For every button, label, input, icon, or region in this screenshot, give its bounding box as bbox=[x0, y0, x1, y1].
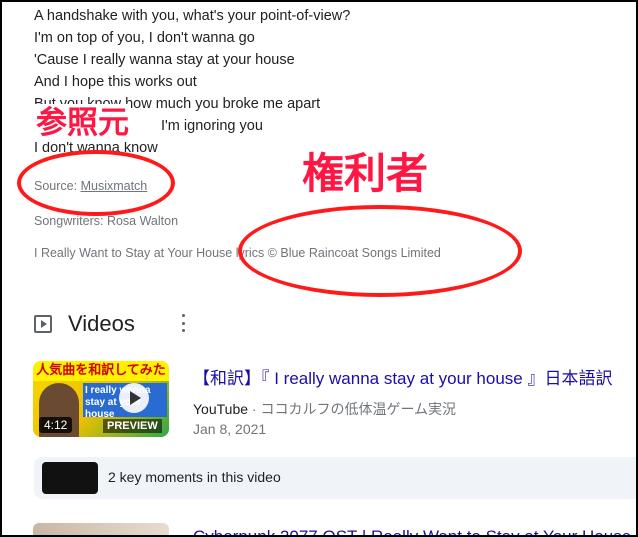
annotation-label-rights-holder: 権利者 bbox=[302, 149, 429, 198]
video-thumbnail[interactable]: 人気曲を和訳してみた I really wanna stay at your h… bbox=[33, 361, 169, 437]
video-source: YouTube · ココカルフの低体温ゲーム実況 bbox=[193, 399, 456, 419]
lyric-line: I'm on top of you, I don't wanna go bbox=[34, 30, 255, 46]
video-platform: YouTube bbox=[193, 401, 249, 417]
annotation-circle-source bbox=[17, 150, 175, 216]
preview-badge: PREVIEW bbox=[103, 419, 162, 433]
video-separator: · bbox=[251, 401, 257, 417]
lyric-line: 'Cause I really wanna stay at your house bbox=[34, 52, 295, 68]
videos-title: Videos bbox=[68, 311, 135, 336]
annotation-label-source: 参照元 bbox=[34, 104, 131, 142]
video-title-link[interactable]: 【和訳】『 I really wanna stay at your house … bbox=[193, 364, 612, 389]
lyric-line: I'm ignoring you bbox=[161, 118, 263, 134]
key-moments-bar[interactable]: 2 key moments in this video bbox=[34, 457, 638, 499]
lyric-line: A handshake with you, what's your point-… bbox=[34, 8, 351, 24]
key-moments-label: 2 key moments in this video bbox=[108, 469, 281, 485]
next-video-thumbnail[interactable] bbox=[33, 523, 169, 537]
thumbnail-caption: 人気曲を和訳してみた bbox=[33, 361, 169, 381]
more-vert-icon[interactable] bbox=[179, 314, 187, 332]
lyric-line: And I hope this works out bbox=[34, 74, 197, 90]
next-video-title-link[interactable]: Cyberpunk 2077 OST | Really Want to Stay… bbox=[193, 523, 631, 537]
video-duration: 4:12 bbox=[39, 417, 73, 433]
videos-header: Videos bbox=[34, 309, 135, 339]
video-date: Jan 8, 2021 bbox=[193, 421, 267, 437]
play-button-icon[interactable] bbox=[119, 383, 149, 413]
video-play-icon bbox=[34, 315, 52, 333]
songwriters: Songwriters: Rosa Walton bbox=[34, 214, 179, 228]
video-channel: ココカルフの低体温ゲーム実況 bbox=[260, 401, 457, 417]
annotation-circle-copyright bbox=[238, 205, 522, 297]
key-moment-thumbnail bbox=[42, 462, 98, 494]
